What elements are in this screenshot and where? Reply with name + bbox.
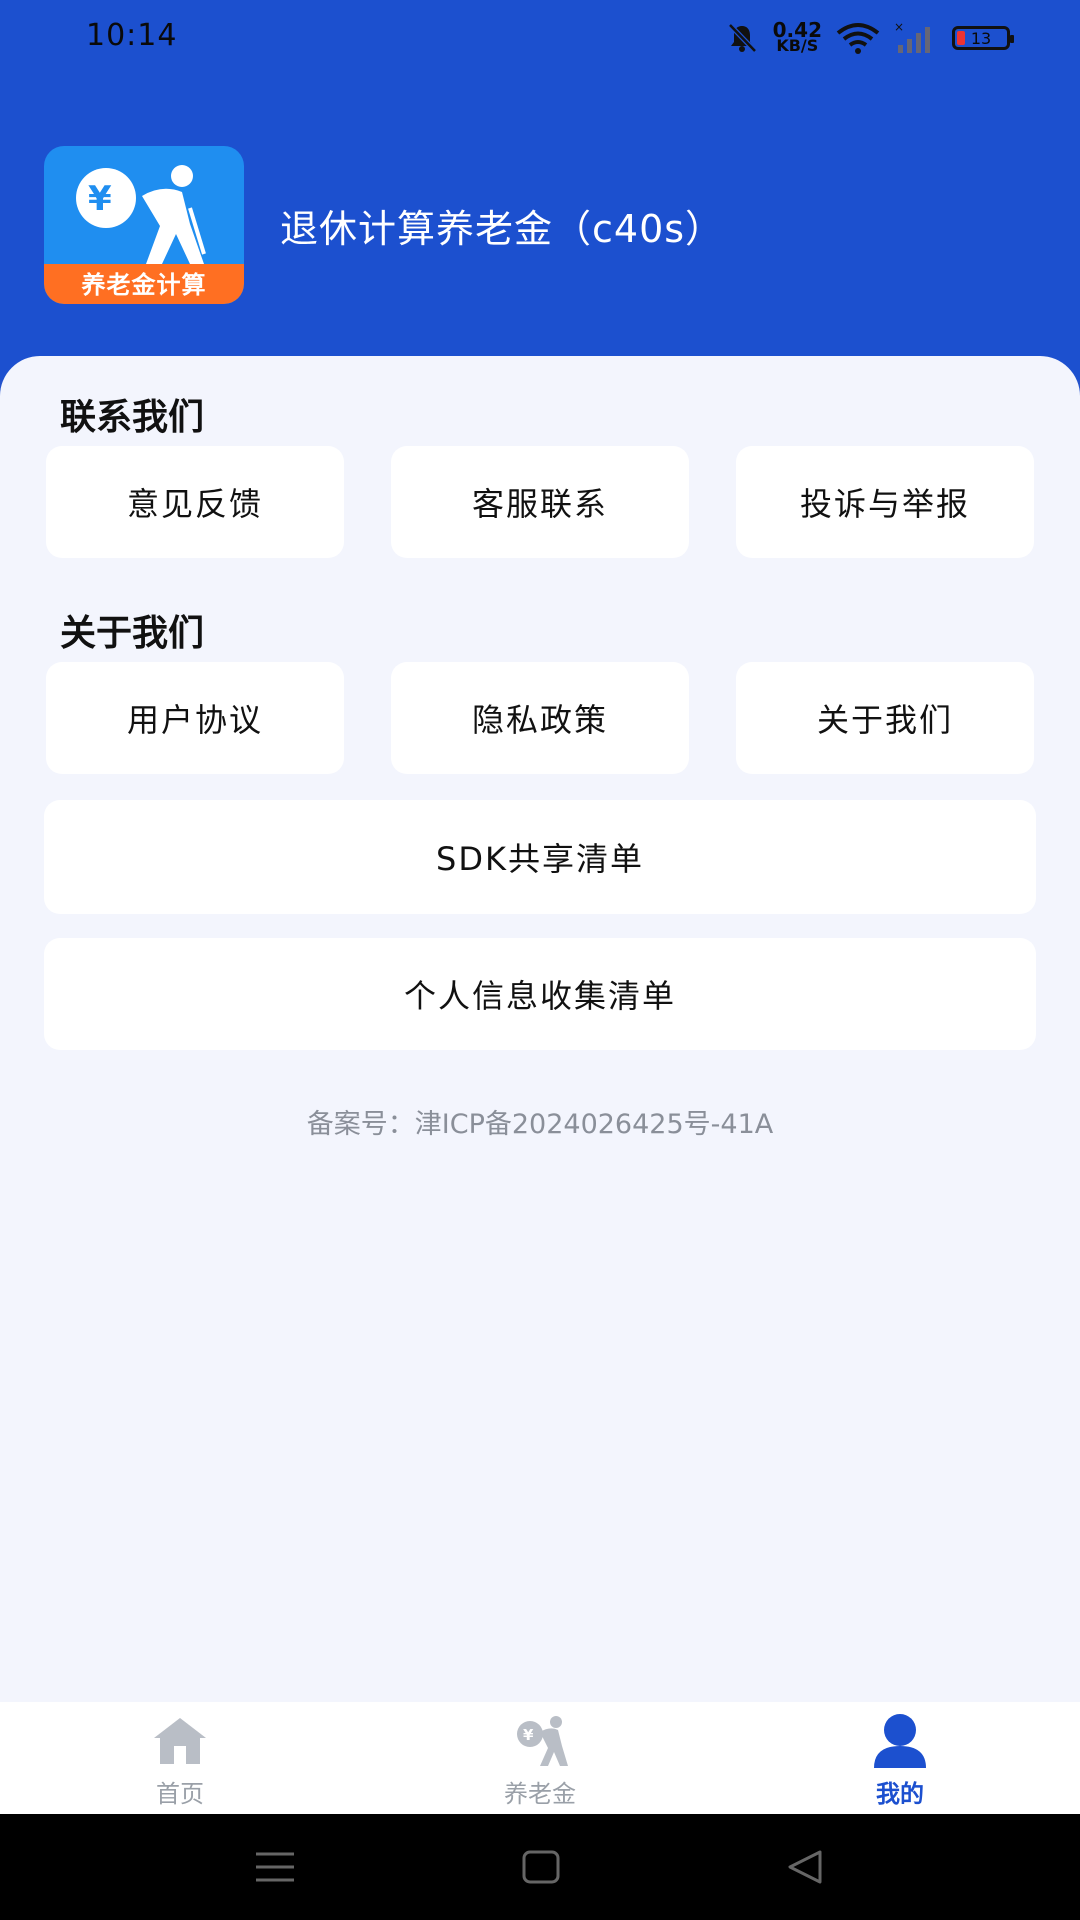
- back-triangle-icon[interactable]: [780, 1844, 830, 1890]
- wifi-icon: [836, 23, 880, 54]
- signal-icon: ×: [894, 21, 930, 53]
- feedback-button[interactable]: 意见反馈: [46, 446, 344, 558]
- mute-bell-icon: [727, 23, 757, 53]
- icp-record: 备案号：津ICP备2024026425号-41A: [306, 1109, 774, 1140]
- personal-info-list-button[interactable]: 个人信息收集清单: [44, 938, 1036, 1050]
- svg-text:¥: ¥: [523, 1726, 534, 1744]
- app-title: 退休计算养老金（c40s）: [280, 207, 725, 251]
- home-square-icon[interactable]: [516, 1844, 566, 1890]
- system-nav-bar: [0, 1814, 1080, 1920]
- tab-pension[interactable]: ¥ 养老金: [360, 1702, 720, 1814]
- svg-text:¥: ¥: [88, 179, 112, 219]
- customer-service-button[interactable]: 客服联系: [391, 446, 689, 558]
- svg-text:×: ×: [894, 21, 904, 34]
- complaint-report-button[interactable]: 投诉与举报: [736, 446, 1034, 558]
- tab-bar: 首页 ¥ 养老金 我的: [0, 1702, 1080, 1814]
- status-icons: 0.42 KB/S × 13: [725, 18, 1014, 58]
- about-section-title: 关于我们: [60, 613, 205, 654]
- app-logo: ¥ 养老金计算: [44, 146, 244, 304]
- privacy-policy-button[interactable]: 隐私政策: [391, 662, 689, 774]
- status-bar: 10:14 0.42 KB/S × 13: [0, 0, 1080, 80]
- battery-level: 13: [970, 28, 992, 48]
- user-agreement-button[interactable]: 用户协议: [46, 662, 344, 774]
- net-speed-unit: KB/S: [776, 36, 819, 55]
- elderly-person-icon: ¥: [76, 165, 206, 264]
- user-icon: [874, 1714, 926, 1768]
- status-time: 10:14: [86, 18, 178, 53]
- home-icon: [154, 1718, 206, 1764]
- net-speed: 0.42 KB/S: [773, 20, 822, 55]
- pension-icon: ¥: [517, 1716, 568, 1766]
- logo-text: 养老金计算: [81, 271, 207, 299]
- contact-section-title: 联系我们: [60, 397, 205, 438]
- menu-icon[interactable]: [250, 1844, 300, 1890]
- battery-icon: 13: [952, 26, 1014, 50]
- tab-home[interactable]: 首页: [0, 1702, 360, 1814]
- tab-home-label: 首页: [156, 1780, 204, 1808]
- tab-mine[interactable]: 我的: [720, 1702, 1080, 1814]
- tab-mine-label: 我的: [876, 1780, 924, 1808]
- content-sheet: 联系我们 意见反馈 客服联系 投诉与举报 关于我们 用户协议 隐私政策 关于我们…: [0, 356, 1080, 1702]
- tab-pension-label: 养老金: [504, 1780, 576, 1808]
- sdk-list-button[interactable]: SDK共享清单: [44, 800, 1036, 914]
- about-us-button[interactable]: 关于我们: [736, 662, 1034, 774]
